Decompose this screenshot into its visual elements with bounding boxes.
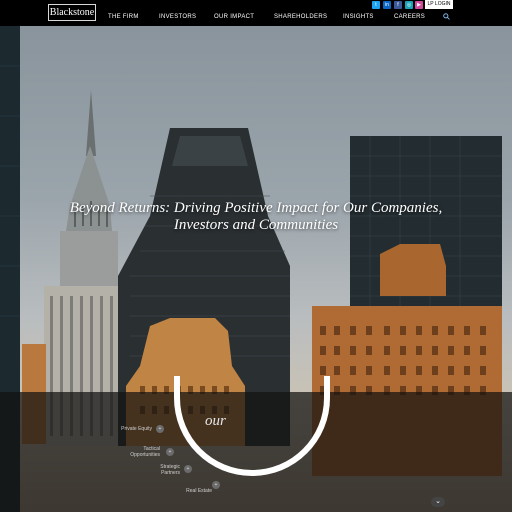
- segment-label-real-estate[interactable]: Real Estate: [170, 488, 212, 494]
- search-icon[interactable]: [443, 13, 450, 20]
- segment-label-private-equity[interactable]: Private Equity: [104, 426, 152, 432]
- arc-word: our: [205, 413, 226, 429]
- segment-expand-icon[interactable]: +: [212, 481, 220, 489]
- linkedin-icon[interactable]: in: [383, 1, 391, 9]
- hero-headline-line-1: Beyond Returns: Driving Positive Impact …: [69, 200, 443, 216]
- segment-expand-icon[interactable]: +: [166, 448, 174, 456]
- twitter-icon[interactable]: t: [372, 1, 380, 9]
- page: Blackstone t in f ◎ ▶ LP LOGIN THE FIRM …: [0, 0, 512, 512]
- nav-item-shareholders[interactable]: SHAREHOLDERS: [274, 14, 327, 20]
- lp-login-button[interactable]: LP LOGIN: [425, 0, 453, 9]
- segment-label-strategic-partners[interactable]: Strategic Partners: [144, 464, 180, 476]
- blackstone-logo[interactable]: Blackstone: [48, 4, 96, 21]
- instagram-icon[interactable]: ◎: [405, 1, 413, 9]
- nav-item-insights[interactable]: INSIGHTS: [343, 14, 374, 20]
- nav-item-our-impact[interactable]: OUR IMPACT: [214, 14, 254, 20]
- segment-expand-icon[interactable]: +: [156, 425, 164, 433]
- site-header: Blackstone t in f ◎ ▶ LP LOGIN THE FIRM …: [0, 0, 512, 26]
- chevron-down-icon[interactable]: ⌄: [431, 497, 445, 507]
- youtube-icon[interactable]: ▶: [415, 1, 423, 9]
- facebook-icon[interactable]: f: [394, 1, 402, 9]
- nav-item-careers[interactable]: CAREERS: [394, 14, 425, 20]
- segment-label-tactical-opportunities[interactable]: Tactical Opportunities: [118, 446, 160, 458]
- nav-item-investors[interactable]: INVESTORS: [159, 14, 196, 20]
- hero-headline-line-2: Investors and Communities: [173, 217, 339, 233]
- nav-item-the-firm[interactable]: THE FIRM: [108, 14, 139, 20]
- hero-headline: Beyond Returns: Driving Positive Impact …: [20, 200, 492, 234]
- segment-expand-icon[interactable]: +: [184, 465, 192, 473]
